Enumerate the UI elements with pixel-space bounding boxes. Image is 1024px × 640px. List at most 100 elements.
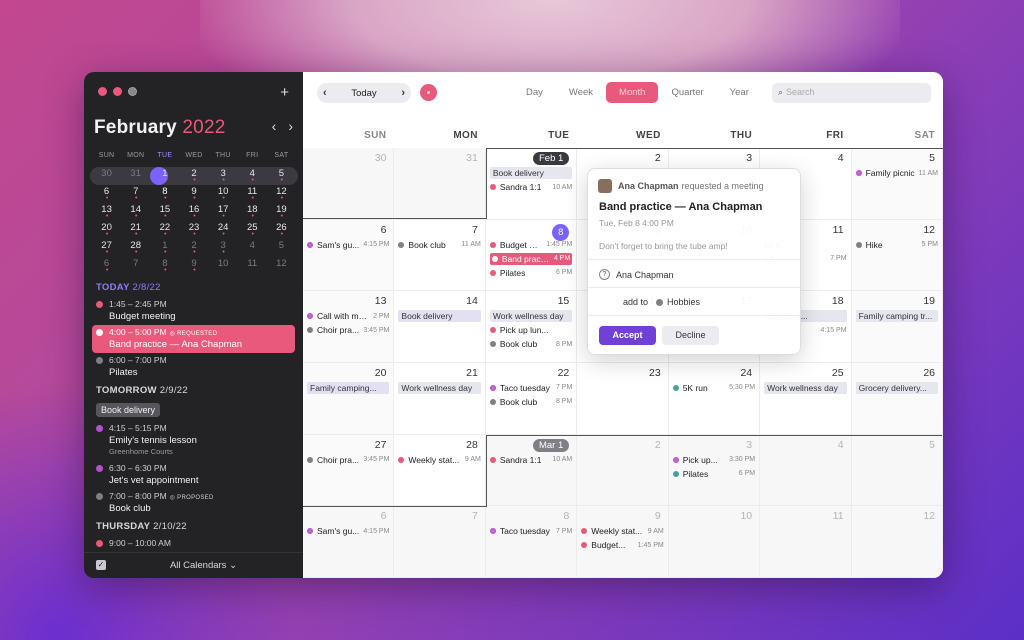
agenda-item-selected[interactable]: 4:00 – 5:00 PM ◎ REQUESTED Band practice … [92,325,295,353]
mini-calendar-day[interactable]: 28 • [121,240,150,256]
day-cell[interactable]: 4 [760,434,852,507]
mini-calendar-day[interactable]: 16 • [179,204,208,220]
day-cell[interactable]: 7 [394,506,486,578]
day-cell[interactable]: 26 Grocery delivery... [851,362,943,435]
mini-calendar-day[interactable]: 22 • [150,222,179,238]
calendar-event[interactable]: Work wellness day [489,310,573,323]
day-cell[interactable]: 8 Taco tuesday 7 PM [485,506,578,578]
calendar-event[interactable]: Grocery delivery... [855,381,938,394]
mini-calendar-day[interactable]: 20 • [92,222,121,238]
mini-calendar-day[interactable]: 10 [209,258,238,269]
day-cell[interactable]: Mar 1 Sandra 1:1 10 AM [485,434,578,507]
calendar-event[interactable]: Book club 8 PM [489,396,572,408]
day-cell[interactable]: 30 [303,148,395,220]
day-cell[interactable]: 11 [760,506,852,578]
mini-calendar-day[interactable]: 23 • [179,222,208,238]
mini-calendar-day[interactable]: 24 • [209,222,238,238]
all-day-event-pill[interactable]: Book delivery [96,403,161,417]
mini-calendar-day[interactable]: 31 [121,168,150,179]
mini-calendar-day[interactable]: 14 • [121,204,150,220]
close-window-button[interactable] [98,87,107,96]
agenda-item[interactable]: 7:00 – 8:00 PM ◎ PROPOSED Book club [84,489,303,517]
mini-calendar-day[interactable]: 4 [238,240,267,251]
day-cell[interactable]: 23 [577,362,669,435]
calendar-event[interactable]: Sam's gu... 4:15 PM [307,525,389,537]
mini-calendar-day[interactable]: 9 • [179,186,208,202]
calendar-event[interactable]: Family picnic 11 AM [855,167,938,179]
mini-calendar-day[interactable]: 7 • [121,186,150,202]
mini-calendar-day[interactable]: 19 • [267,204,296,220]
calendar-event[interactable]: Work wellness day [764,381,847,394]
day-cell[interactable]: 13 Call with mo... 2 PM Choir pra... 3:45 PM [303,291,395,363]
mini-calendar-day[interactable]: 21 • [121,222,150,238]
mini-calendar-day[interactable]: 13 • [92,204,121,220]
mini-calendar-day[interactable]: 5 • [267,168,296,184]
view-tab-day[interactable]: Day [513,82,556,103]
mini-calendar-day[interactable]: 30 [92,168,121,179]
chevron-left-icon[interactable]: ‹ [323,87,327,99]
day-cell[interactable]: 5 Family picnic 11 AM [851,148,943,220]
day-cell[interactable]: 2 [577,434,669,507]
mini-calendar-day[interactable]: 17 • [209,204,238,220]
calendar-event[interactable]: Weekly stat... 9 AM [398,454,481,466]
mini-calendar-day[interactable]: 6 • [92,186,121,202]
calendar-event[interactable]: Weekly stat... 9 AM [581,525,664,537]
calendar-event[interactable]: Book delivery [489,167,573,179]
day-cell[interactable]: 22 Taco tuesday 7 PM Book club 8 PM [485,362,578,435]
agenda-item[interactable]: 6:30 – 6:30 PM Jet's vet appointment [84,461,303,489]
chevron-right-icon[interactable]: › [401,87,405,99]
calendar-event[interactable]: Budget... 1:45 PM [581,539,664,551]
event-notes[interactable]: Don't forget to bring the tube amp! [599,241,728,251]
calendar-event[interactable]: Choir pra... 3:45 PM [307,454,389,466]
plus-icon[interactable]: + [280,84,289,101]
mini-calendar-day[interactable]: 2 • [179,168,208,184]
day-cell[interactable]: 28 Weekly stat... 9 AM [394,434,486,507]
calendar-event[interactable]: Hike 5 PM [855,239,938,251]
day-cell[interactable]: 25 Work wellness day [760,362,852,435]
mini-calendar-day[interactable]: 3 • [209,240,238,256]
mini-calendar-day[interactable]: 9 • [179,258,208,274]
agenda-item[interactable]: 6:00 – 7:00 PM Pilates [84,353,303,381]
day-cell[interactable]: 10 [668,506,761,578]
agenda-item[interactable]: 4:15 – 5:15 PM Emily's tennis lesson Gre… [84,421,303,461]
view-tab-quarter[interactable]: Quarter [658,82,716,103]
all-calendars-menu[interactable]: All Calendars ⌄ [84,560,303,571]
day-cell[interactable]: 12 [851,506,943,578]
calendar-event[interactable]: Pilates 6 PM [672,468,755,480]
calendar-status-icon[interactable] [420,84,437,101]
calendar-picker[interactable]: add to Hobbies [623,297,700,307]
day-cell[interactable]: 24 5K run 5:30 PM [668,362,761,435]
event-date[interactable]: Tue, Feb 8 4:00 PM [599,218,674,228]
attendee-row[interactable]: ? Ana Chapman [599,269,674,280]
chevron-left-icon[interactable]: ‹ [272,118,277,134]
calendar-event[interactable]: Budget m... 1:45 PM [489,239,572,251]
day-cell[interactable]: 6 Sam's gu... 4:15 PM [303,506,395,578]
mini-calendar-day[interactable]: 6 • [92,258,121,274]
mini-calendar-day[interactable]: 8 • [150,186,179,202]
calendar-event[interactable]: Family camping tr... [855,310,938,323]
day-cell[interactable]: 9 Weekly stat... 9 AM Budget... 1:45 PM [577,506,669,578]
calendar-event[interactable]: 5K run 5:30 PM [672,382,755,394]
day-cell[interactable]: 12 Hike 5 PM [851,219,943,292]
search-field[interactable]: ⌕ Search [772,83,931,103]
calendar-event[interactable]: Call with mo... 2 PM [307,310,389,322]
agenda-item[interactable]: 1:45 – 2:45 PM Budget meeting [84,297,303,325]
calendar-event[interactable]: Band practi... 4 PM [489,252,573,265]
day-cell[interactable]: Feb 1 Book delivery Sandra 1:1 10 AM [485,148,578,220]
view-tab-week[interactable]: Week [556,82,606,103]
mini-calendar-day[interactable]: 1 • [150,240,179,256]
mini-calendar-day[interactable]: 12 • [267,186,296,202]
mini-calendar-day[interactable]: 3 • [209,168,238,184]
mini-calendar-day[interactable]: 26 • [267,222,296,238]
day-cell[interactable]: 27 Choir pra... 3:45 PM [303,434,395,507]
calendar-event[interactable]: Pick up... 3:30 PM [672,454,755,466]
mini-calendar-day[interactable]: 18 • [238,204,267,220]
mini-calendar-day[interactable]: 12 [267,258,296,269]
mini-calendar-day[interactable]: 11 • [238,186,267,202]
minimize-window-button[interactable] [113,87,122,96]
calendar-event[interactable]: Choir pra... 3:45 PM [307,324,389,336]
mini-calendar-day[interactable]: 10 • [209,186,238,202]
mini-calendar-day[interactable]: 7 [121,258,150,269]
day-cell[interactable]: 15 Work wellness day Pick up lun... Book cl… [485,291,578,363]
calendar-event[interactable]: Book delivery [398,310,481,323]
